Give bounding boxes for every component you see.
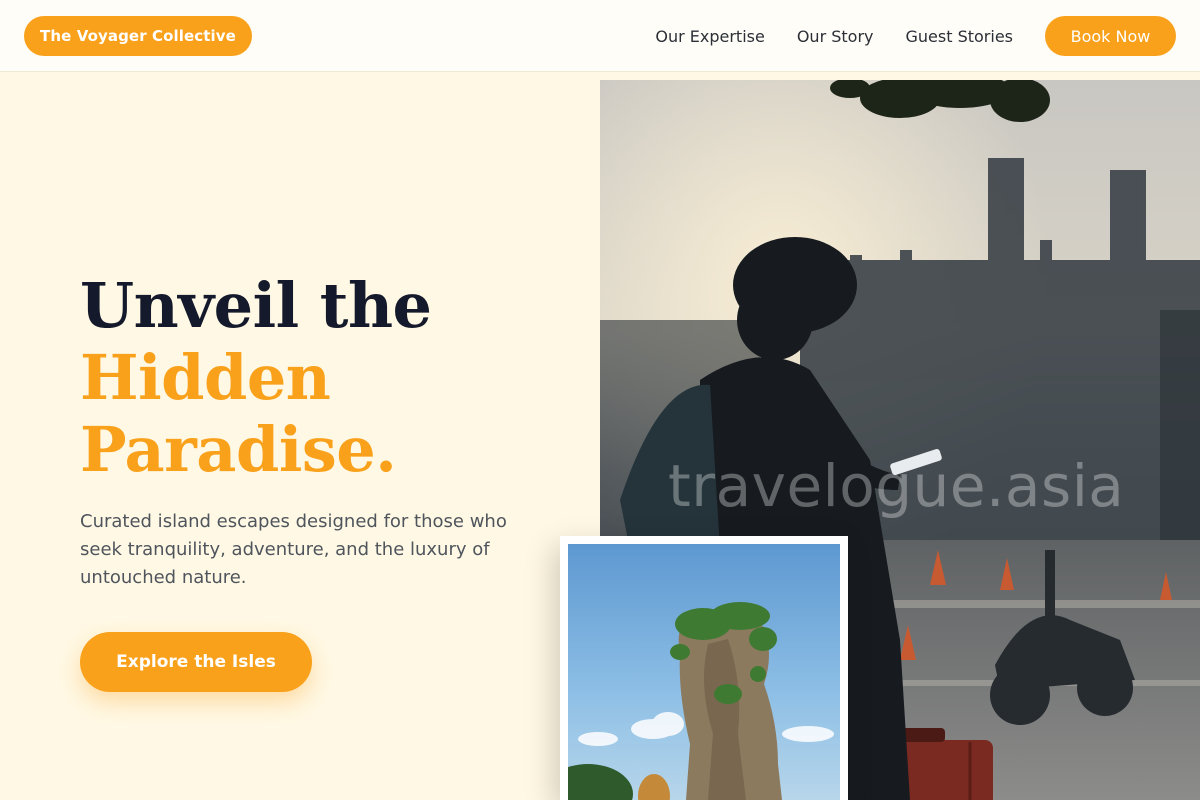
headline-line-1: Unveil the [80,269,432,342]
hero-headline: Unveil the Hidden Paradise. [80,270,560,486]
book-now-button[interactable]: Book Now [1045,16,1176,56]
island-rock-photo [568,544,840,800]
headline-line-3: Paradise. [80,413,397,486]
hero-subtitle: Curated island escapes designed for thos… [80,511,507,588]
nav-link-guest-stories[interactable]: Guest Stories [906,27,1014,46]
photo-watermark: travelogue.asia [668,452,1125,520]
main-nav: Our Expertise Our Story Guest Stories [623,0,1013,72]
nav-link-our-story[interactable]: Our Story [797,27,874,46]
brand-logo[interactable]: The Voyager Collective [24,16,252,56]
nav-link-our-expertise[interactable]: Our Expertise [655,27,764,46]
hero-inset-image [560,536,848,800]
site-header: The Voyager Collective Our Expertise Our… [0,0,1200,72]
headline-line-2: Hidden [80,341,331,414]
explore-isles-button[interactable]: Explore the Isles [80,632,312,692]
